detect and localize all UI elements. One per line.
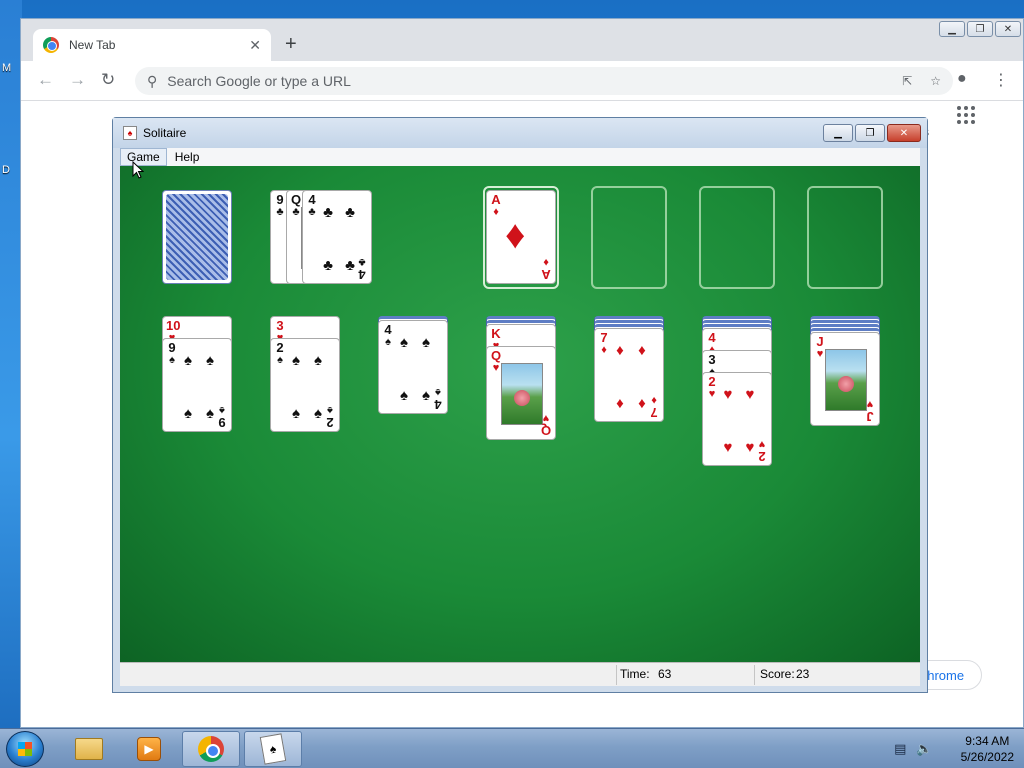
tableau-card[interactable]: 4 ♠ ♠ ♠ ♠ ♠ 4 ♠ [378, 320, 448, 414]
foundation-card[interactable]: A ♦ ♦ A ♦ [486, 190, 556, 284]
tab-title: New Tab [69, 38, 116, 52]
search-icon: ⚲ [147, 72, 158, 89]
tableau-card[interactable]: 2 ♠ ♠ ♠ ♠ ♠ 2 ♠ [270, 338, 340, 432]
tab-new-tab[interactable]: New Tab ✕ [33, 29, 271, 61]
card-rank-bottom: 9 ♠ [218, 404, 226, 430]
desktop-strip: M D [0, 0, 22, 728]
card-pips: ♣ ♣ ♣ ♣ [323, 204, 355, 274]
tableau-card[interactable]: 7 ♦ ♦ ♦ ♦ ♦ 7 ♦ [594, 328, 664, 422]
forward-icon[interactable]: → [69, 70, 86, 90]
tableau-card[interactable]: Q ♥ Q ♥ [486, 346, 556, 440]
card-pips: ♦ ♦ ♦ ♦ [616, 342, 646, 412]
card-rank-bottom: 2 ♥ [758, 438, 766, 464]
tab-close-icon[interactable]: ✕ [249, 37, 261, 54]
restore-button[interactable]: ❐ [967, 21, 993, 37]
close-button[interactable]: ✕ [995, 21, 1021, 37]
court-card-art [825, 349, 867, 411]
foundation-slot[interactable] [807, 186, 883, 289]
start-button[interactable] [6, 731, 44, 767]
time-label: Time: [620, 667, 650, 681]
clock-time: 9:34 AM [965, 734, 1010, 748]
card-pips: ♠ ♠ ♠ ♠ [184, 352, 214, 422]
google-apps-icon[interactable] [957, 106, 975, 124]
card-rank-bottom: 4 ♠ [434, 386, 442, 412]
minimize-button[interactable]: ▁ [823, 124, 853, 142]
tab-strip: New Tab ✕ + ▁ ❐ ✕ [21, 19, 1023, 61]
menu-kebab-icon[interactable]: ⋮ [993, 70, 1009, 90]
address-bar[interactable]: ⚲ Search Google or type a URL ⇱ ☆ [135, 67, 953, 95]
folder-icon [75, 738, 103, 760]
card-center-pip: ♦ [505, 213, 526, 257]
chrome-favicon-icon [43, 37, 59, 53]
share-icon[interactable]: ⇱ [902, 74, 912, 88]
card-rank-bottom: J ♥ [866, 398, 874, 424]
status-bar: Time: 63 Score: 23 [120, 662, 920, 686]
tableau-card[interactable]: 9 ♠ ♠ ♠ ♠ ♠ 9 ♠ [162, 338, 232, 432]
desktop-icon-label[interactable]: D [2, 164, 10, 176]
tableau-card[interactable]: J ♥ J ♥ [810, 332, 880, 426]
tableau-card[interactable]: 2 ♥ ♥ ♥ ♥ ♥ 2 ♥ [702, 372, 772, 466]
waste-top-card[interactable]: 4 ♣ ♣ ♣ ♣ ♣ 4 ♣ [302, 190, 372, 284]
media-player-icon: ▶ [137, 737, 161, 761]
clock-date: 5/26/2022 [960, 750, 1014, 764]
close-button[interactable]: ✕ [887, 124, 921, 142]
explorer-taskbar-button[interactable] [60, 731, 118, 767]
new-tab-button[interactable]: + [285, 33, 297, 56]
desktop-icon-label[interactable]: M [2, 62, 11, 74]
solitaire-titlebar[interactable]: ♠ Solitaire ▁ ❐ ✕ [113, 118, 927, 148]
solitaire-icon: ♠ [259, 733, 287, 765]
chrome-window-controls: ▁ ❐ ✕ [939, 21, 1021, 37]
volume-icon[interactable]: 🔈 [916, 741, 932, 757]
card-rank-bottom: 2 ♠ [326, 404, 334, 430]
card-pips: ♠ ♠ ♠ ♠ [292, 352, 322, 422]
minimize-button[interactable]: ▁ [939, 21, 965, 37]
reload-icon[interactable]: ↻ [101, 70, 115, 90]
card-pips: ♠ ♠ ♠ ♠ [400, 334, 430, 404]
chrome-taskbar-button[interactable] [182, 731, 240, 767]
solitaire-window: ♠ Solitaire ▁ ❐ ✕ Game Help 9 ♣ Q ♣ 4 ♣ ♣ ♣ … [112, 117, 928, 693]
chrome-icon [198, 736, 224, 762]
foundation-slot[interactable] [699, 186, 775, 289]
card-rank-bottom: 7 ♦ [650, 394, 658, 420]
network-icon[interactable]: ▤ [894, 741, 906, 757]
card-pips: ♥ ♥ ♥ ♥ [723, 386, 755, 456]
menu-help[interactable]: Help [169, 149, 206, 165]
card-rank: 9 ♣ [276, 192, 284, 218]
time-value: 63 [658, 667, 672, 681]
card-table: 9♣ Q♣ 4♣ ♣♣ ♣♣ 4♣ A♦ ♦ A♦ 10♥9♠♠♠♠♠9♠3♥2… [120, 166, 920, 662]
foundation-slot[interactable] [591, 186, 667, 289]
back-icon[interactable]: ← [37, 70, 54, 90]
card-rank-bottom: Q ♥ [540, 412, 552, 438]
clock[interactable]: 9:34 AM 5/26/2022 [961, 733, 1014, 765]
solitaire-window-controls: ▁ ❐ ✕ [823, 124, 921, 142]
browser-toolbar: ← → ↻ ⚲ Search Google or type a URL ⇱ ☆ … [21, 61, 1023, 101]
window-title: Solitaire [143, 126, 187, 140]
score-label: Score: [760, 667, 795, 681]
bookmark-star-icon[interactable]: ☆ [930, 74, 941, 88]
score-value: 23 [796, 667, 810, 681]
court-card-art [501, 363, 543, 425]
maximize-button[interactable]: ❐ [855, 124, 885, 142]
media-player-taskbar-button[interactable]: ▶ [120, 731, 178, 767]
solitaire-menubar: Game Help [120, 148, 920, 166]
solitaire-taskbar-button[interactable]: ♠ [244, 731, 302, 767]
system-tray: ▤ 🔈 9:34 AM 5/26/2022 [894, 733, 1014, 765]
stock-pile[interactable] [162, 190, 232, 284]
profile-avatar-icon[interactable]: ● [957, 70, 967, 88]
omnibox-placeholder: Search Google or type a URL [167, 73, 351, 89]
solitaire-app-icon: ♠ [123, 126, 137, 140]
taskbar: ▶ ♠ ▤ 🔈 9:34 AM 5/26/2022 [0, 728, 1024, 768]
